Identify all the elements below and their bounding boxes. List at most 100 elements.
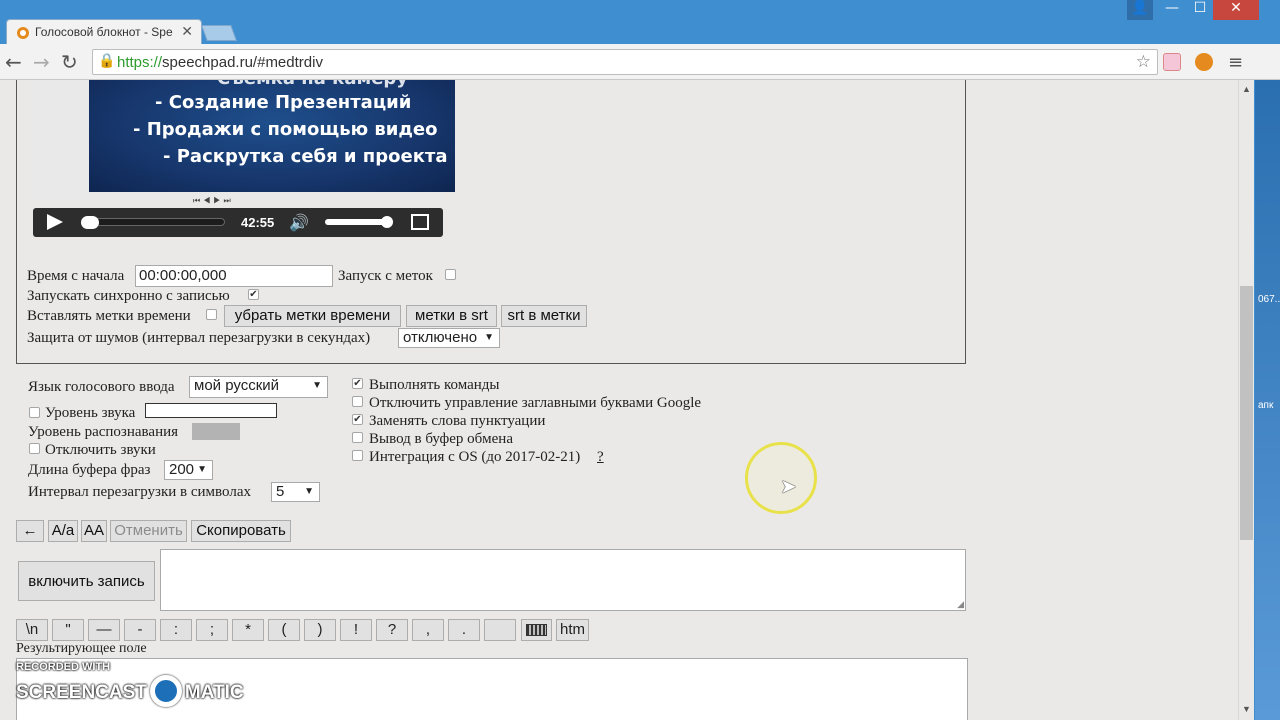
url-host-path: speechpad.ru/#medtrdiv	[162, 54, 323, 71]
execute-commands-checkbox[interactable]: ✔	[352, 378, 363, 389]
remove-marks-button[interactable]: убрать метки времени	[224, 305, 401, 327]
os-integration-help-link[interactable]: ?	[597, 449, 604, 466]
mini-transport: ⏮◀▶⏭	[193, 196, 234, 205]
execute-commands-label: Выполнять команды	[369, 377, 500, 393]
video-duration: 42:55	[241, 215, 275, 230]
hyphen-button[interactable]: -	[124, 619, 156, 641]
marks-to-srt-button[interactable]: метки в srt	[406, 305, 497, 327]
comma-button[interactable]: ,	[412, 619, 444, 641]
chevron-down-icon: ▼	[484, 332, 494, 343]
url-text: https://speechpad.ru/#medtrdiv	[117, 54, 323, 71]
mute-sounds-checkbox[interactable]	[29, 443, 40, 454]
newline-button[interactable]: \n	[16, 619, 48, 641]
video-player[interactable]: Съемка на камеру - Создание Презентаций …	[33, 80, 455, 205]
scroll-down-icon[interactable]: ▼	[1242, 704, 1251, 714]
undo-button[interactable]: Отменить	[110, 520, 187, 542]
browser-tab[interactable]: Голосовой блокнот - Spe ✕	[6, 19, 202, 45]
html-button[interactable]: htm	[556, 619, 589, 641]
desktop-background: 067.. апк	[1255, 80, 1280, 720]
start-time-input[interactable]: 00:00:00,000	[135, 265, 333, 287]
phrase-buffer-label: Длина буфера фраз	[28, 462, 151, 478]
seek-bar[interactable]	[83, 218, 225, 226]
case-toggle-button[interactable]: А/а	[48, 520, 78, 542]
question-button[interactable]: ?	[376, 619, 408, 641]
clipboard-output-checkbox[interactable]	[352, 432, 363, 443]
close-paren-button[interactable]: )	[304, 619, 336, 641]
copy-button[interactable]: Скопировать	[191, 520, 291, 542]
os-integration-checkbox[interactable]	[352, 450, 363, 461]
slide-line-4: - Раскрутка себя и проекта	[163, 146, 448, 167]
colon-button[interactable]: :	[160, 619, 192, 641]
browser-toolbar: ← → ↻ 🔒 https://speechpad.ru/#medtrdiv ☆…	[0, 44, 1280, 80]
phrase-buffer-select[interactable]: 200 ▼	[164, 460, 213, 480]
semicolon-button[interactable]: ;	[196, 619, 228, 641]
uppercase-button[interactable]: АА	[81, 520, 107, 542]
srt-to-marks-button[interactable]: srt в метки	[501, 305, 587, 327]
user-icon[interactable]: 👤	[1127, 0, 1153, 20]
mute-sounds-label: Отключить звуки	[45, 442, 156, 458]
os-integration-label: Интеграция с OS (до 2017-02-21)	[369, 449, 581, 465]
exclamation-button[interactable]: !	[340, 619, 372, 641]
scrollbar-thumb[interactable]	[1240, 286, 1253, 540]
phrase-buffer-value: 200	[169, 461, 195, 478]
sync-record-checkbox[interactable]: ✔	[248, 289, 259, 300]
sound-level-checkbox[interactable]	[29, 407, 40, 418]
noise-protection-label: Защита от шумов (интервал перезагрузки в…	[27, 330, 371, 346]
new-tab-button[interactable]	[201, 25, 237, 41]
seek-handle[interactable]	[81, 216, 99, 229]
space-button[interactable]	[484, 619, 516, 641]
page-scrollbar[interactable]: ▲ ▼	[1238, 80, 1254, 720]
minimize-button[interactable]: —	[1157, 0, 1187, 20]
tab-close-icon[interactable]: ✕	[181, 23, 193, 40]
keyboard-button[interactable]	[521, 619, 552, 641]
replace-punctuation-checkbox[interactable]: ✔	[352, 414, 363, 425]
watermark-recorded-with: RECORDED WITH	[16, 661, 111, 673]
launch-from-marks-checkbox[interactable]	[445, 269, 456, 280]
insert-marks-label: Вставлять метки времени	[27, 308, 191, 324]
reload-interval-select[interactable]: 5 ▼	[271, 482, 320, 502]
resize-grip-icon[interactable]: ◢	[957, 599, 964, 610]
screencast-watermark: RECORDED WITH SCREENCAST MATIC	[16, 661, 244, 707]
play-icon[interactable]	[47, 214, 63, 230]
scroll-up-icon[interactable]: ▲	[1242, 84, 1251, 94]
volume-handle[interactable]	[381, 216, 393, 228]
address-bar[interactable]: 🔒 https://speechpad.ru/#medtrdiv ☆	[92, 49, 1158, 75]
back-arrow-button[interactable]: ←	[16, 520, 44, 542]
asterisk-button[interactable]: *	[232, 619, 264, 641]
bookmark-star-icon[interactable]: ☆	[1136, 52, 1151, 72]
chevron-down-icon: ▼	[304, 486, 314, 497]
start-time-label: Время с начала	[27, 268, 125, 284]
period-button[interactable]: .	[448, 619, 480, 641]
speaker-icon[interactable]: 🔊	[289, 213, 309, 233]
quote-button[interactable]: "	[52, 619, 84, 641]
fullscreen-icon[interactable]	[411, 214, 429, 230]
browser-menu-icon[interactable]: ≡	[1228, 52, 1243, 73]
desktop-fragment-2: апк	[1258, 400, 1274, 411]
voice-language-select[interactable]: мой русский ▼	[189, 376, 328, 398]
start-recording-button[interactable]: включить запись	[18, 561, 155, 601]
noise-protection-select[interactable]: отключено ▼	[398, 328, 500, 348]
dictation-textarea[interactable]: ◢	[160, 549, 966, 611]
slide-line-1: Съемка на камеру	[217, 80, 408, 89]
disable-google-caps-checkbox[interactable]	[352, 396, 363, 407]
close-window-button[interactable]: ✕	[1213, 0, 1259, 20]
maximize-button[interactable]: ☐	[1187, 0, 1213, 20]
em-dash-button[interactable]: —	[88, 619, 120, 641]
extension-speech-icon[interactable]	[1163, 53, 1181, 71]
voice-language-value: мой русский	[194, 377, 280, 394]
slide-line-2: - Создание Презентаций	[155, 92, 412, 113]
extension-speechpad-icon[interactable]	[1195, 53, 1213, 71]
reload-icon[interactable]: ↻	[61, 50, 78, 74]
watermark-brand-left: SCREENCAST	[16, 682, 147, 704]
slide-line-3: - Продажи с помощью видео	[133, 119, 438, 140]
reload-interval-value: 5	[276, 483, 285, 500]
forward-icon[interactable]: →	[33, 50, 50, 74]
noise-protection-value: отключено	[403, 329, 478, 346]
open-paren-button[interactable]: (	[268, 619, 300, 641]
page-viewport: Съемка на камеру - Создание Презентаций …	[0, 80, 1238, 720]
replace-punctuation-label: Заменять слова пунктуации	[369, 413, 546, 429]
insert-marks-checkbox[interactable]	[206, 309, 217, 320]
back-icon[interactable]: ←	[5, 50, 22, 74]
video-controls: 42:55 🔊	[33, 208, 443, 237]
sound-level-meter	[145, 403, 277, 418]
